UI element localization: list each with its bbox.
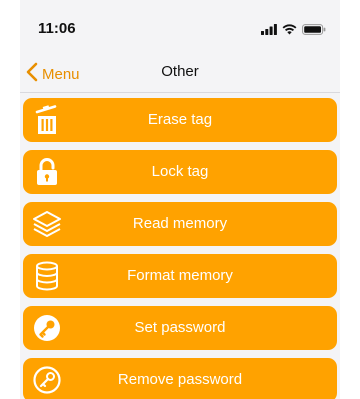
actions-list: Erase tag Lock tag Read memory Format me… [20, 98, 340, 399]
status-icons [261, 22, 326, 40]
set-password-button[interactable]: Set password [23, 306, 337, 350]
remove-password-button[interactable]: Remove password [23, 358, 337, 399]
signal-icon [261, 22, 277, 40]
wifi-icon [282, 22, 297, 40]
erase-tag-label: Erase tag [147, 111, 213, 128]
set-password-label: Set password [134, 319, 226, 336]
status-bar: 11:06 [20, 0, 340, 52]
erase-tag-button[interactable]: Erase tag [23, 98, 337, 142]
navigation-bar: Menu Other [20, 52, 340, 93]
format-memory-label: Format memory [127, 267, 233, 284]
phone-screen: 11:06 Menu Other Erase tag Lock tag Read… [20, 0, 340, 399]
battery-icon [302, 22, 326, 40]
format-memory-button[interactable]: Format memory [23, 254, 337, 298]
page-title: Other [161, 63, 199, 80]
read-memory-button[interactable]: Read memory [23, 202, 337, 246]
read-memory-label: Read memory [132, 215, 228, 232]
remove-password-label: Remove password [117, 371, 243, 388]
lock-tag-label: Lock tag [151, 163, 209, 180]
lock-tag-button[interactable]: Lock tag [23, 150, 337, 194]
status-time: 11:06 [38, 20, 76, 37]
